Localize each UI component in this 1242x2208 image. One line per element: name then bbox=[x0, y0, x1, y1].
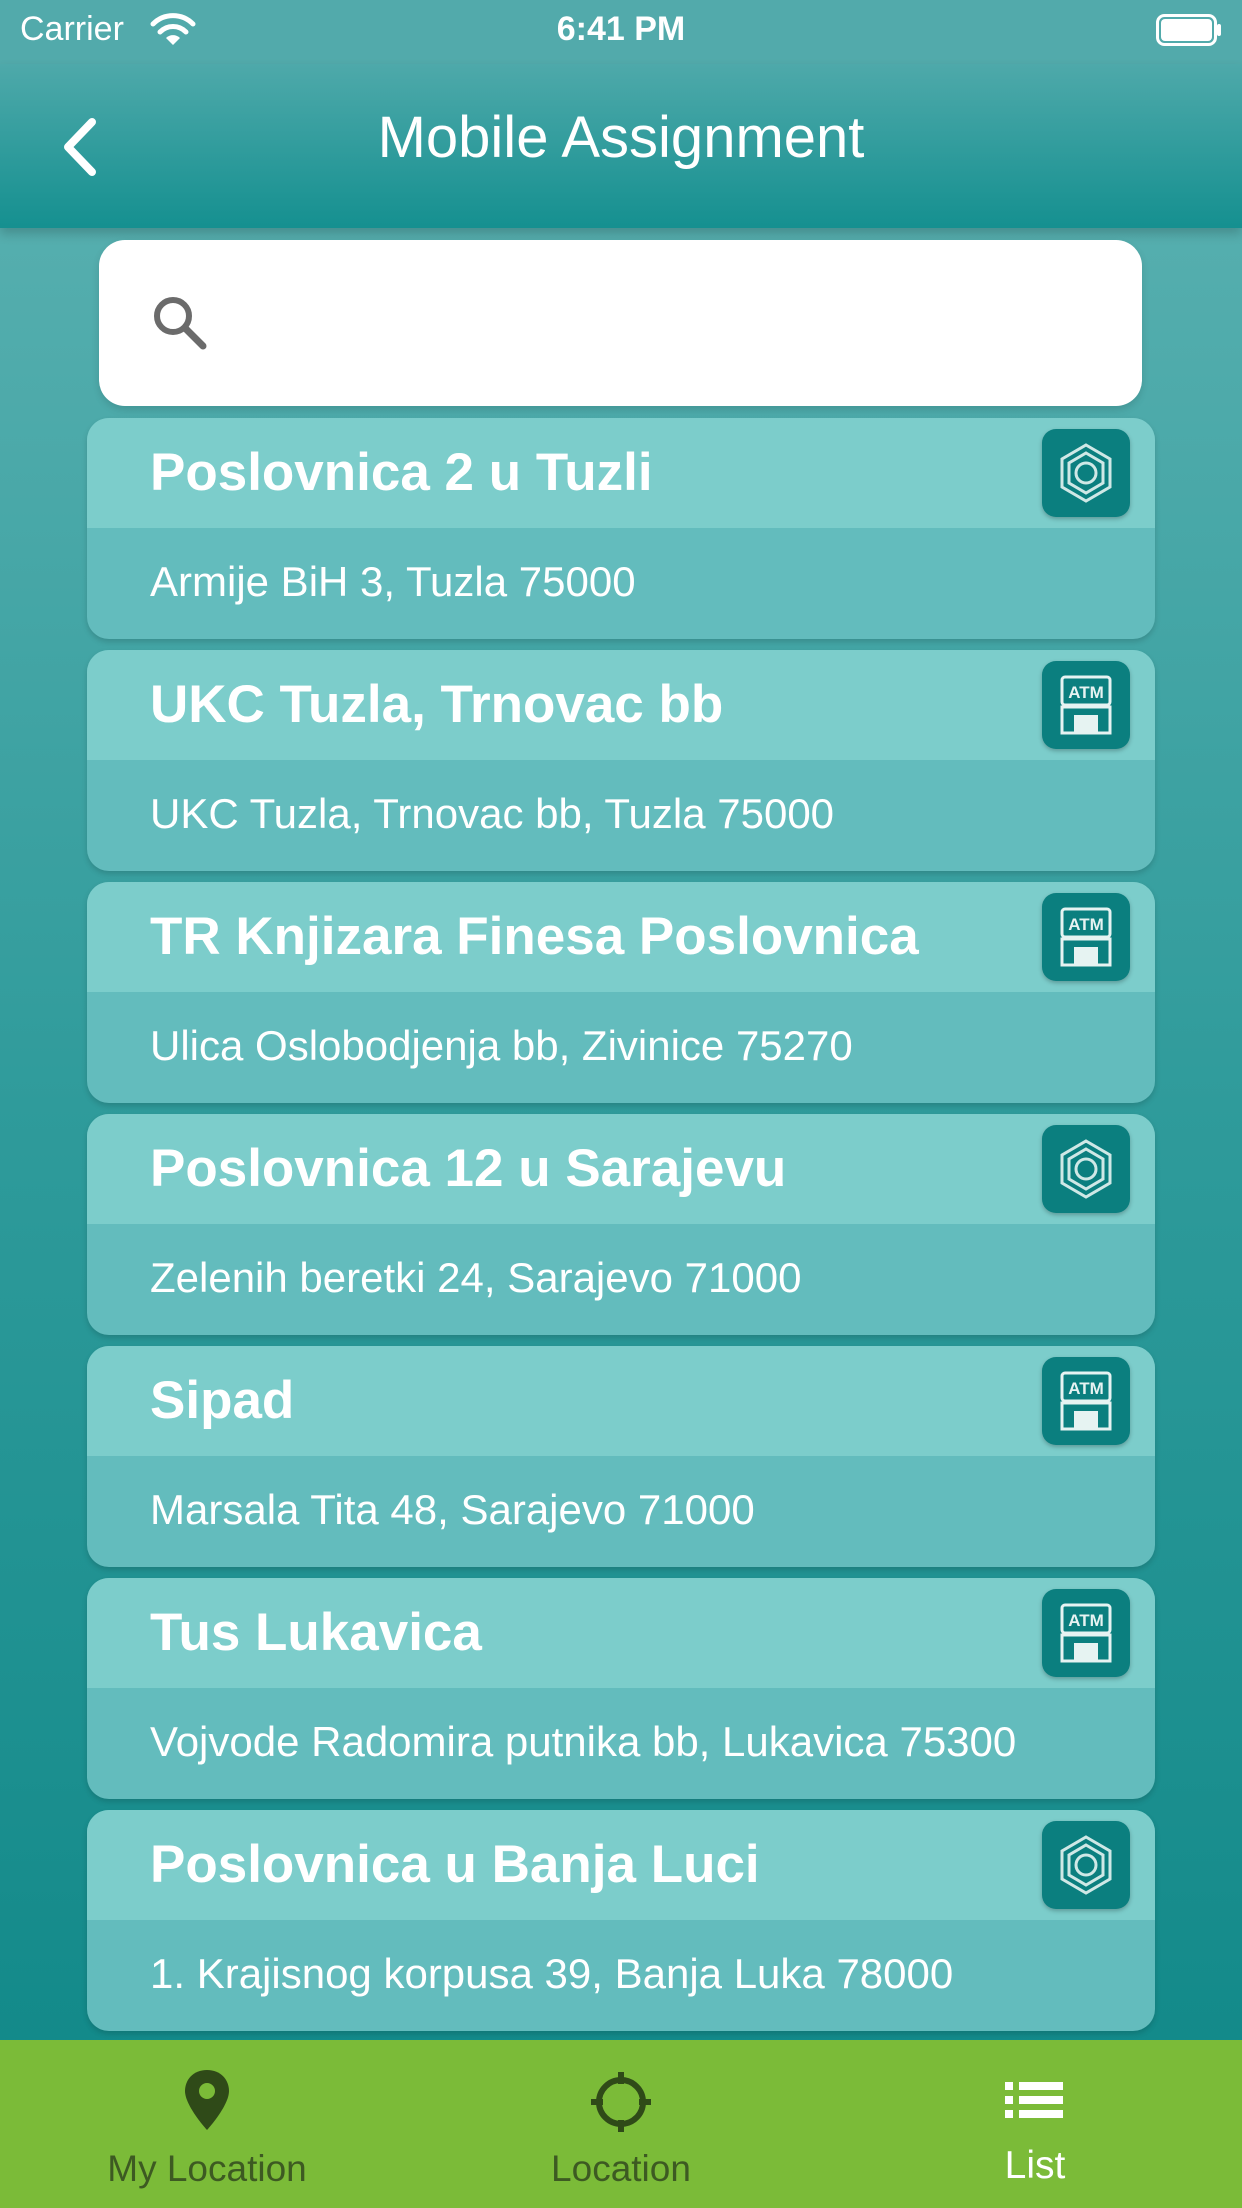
branch-logo-icon bbox=[1060, 1835, 1112, 1895]
tab-location[interactable]: Location bbox=[414, 2040, 828, 2208]
list-icon bbox=[1005, 2082, 1063, 2118]
tab-my-location[interactable]: My Location bbox=[0, 2040, 414, 2208]
svg-text:ATM: ATM bbox=[1068, 1611, 1104, 1630]
page-title: Mobile Assignment bbox=[377, 105, 865, 170]
list-item[interactable]: Poslovnica 12 u Sarajevu Zelenih beretki … bbox=[87, 1114, 1155, 1335]
tab-list[interactable]: List bbox=[828, 2040, 1242, 2208]
branch-logo-icon bbox=[1060, 443, 1112, 503]
tab-label: Location bbox=[551, 2148, 691, 2189]
location-name: Poslovnica 12 u Sarajevu bbox=[150, 1139, 787, 1198]
branch-badge bbox=[1042, 429, 1130, 517]
location-address: Ulica Oslobodjenja bb, Zivinice 75270 bbox=[150, 1022, 853, 1069]
location-address: Zelenih beretki 24, Sarajevo 71000 bbox=[150, 1254, 802, 1301]
atm-icon: ATM bbox=[1060, 1603, 1112, 1663]
list-item[interactable]: Poslovnica 2 u Tuzli Armije BiH 3, Tuzla … bbox=[87, 418, 1155, 639]
crosshair-icon bbox=[591, 2072, 651, 2132]
svg-text:ATM: ATM bbox=[1068, 915, 1104, 934]
location-name: Sipad bbox=[150, 1371, 295, 1430]
branch-badge bbox=[1042, 1125, 1130, 1213]
tab-label: List bbox=[1004, 2144, 1066, 2187]
location-address: UKC Tuzla, Trnovac bb, Tuzla 75000 bbox=[150, 790, 835, 837]
tab-label: My Location bbox=[107, 2148, 307, 2189]
branch-badge bbox=[1042, 1821, 1130, 1909]
location-address: Armije BiH 3, Tuzla 75000 bbox=[150, 558, 636, 605]
location-address: 1. Krajisnog korpusa 39, Banja Luka 7800… bbox=[150, 1950, 954, 1997]
svg-text:ATM: ATM bbox=[1068, 683, 1104, 702]
svg-text:ATM: ATM bbox=[1068, 1379, 1104, 1398]
atm-icon: ATM bbox=[1060, 907, 1112, 967]
location-name: Poslovnica u Banja Luci bbox=[150, 1835, 760, 1894]
atm-icon: ATM bbox=[1060, 675, 1112, 735]
location-list: Poslovnica 2 u Tuzli Armije BiH 3, Tuzla … bbox=[87, 418, 1155, 2042]
status-time: 6:41 PM bbox=[556, 10, 686, 48]
location-name: TR Knjizara Finesa Poslovnica bbox=[150, 907, 919, 966]
location-name: Tus Lukavica bbox=[150, 1603, 482, 1662]
atm-icon: ATM bbox=[1060, 1371, 1112, 1431]
search-icon bbox=[154, 297, 207, 350]
map-pin-icon bbox=[185, 2070, 229, 2130]
atm-badge: ATM bbox=[1042, 1357, 1130, 1445]
location-address: Marsala Tita 48, Sarajevo 71000 bbox=[150, 1486, 755, 1533]
list-item[interactable]: TR Knjizara Finesa Poslovnica ATM Ulica Os… bbox=[87, 882, 1155, 1103]
list-item[interactable]: Tus Lukavica ATM Vojvode Radomira putnika … bbox=[87, 1578, 1155, 1799]
atm-badge: ATM bbox=[1042, 893, 1130, 981]
atm-badge: ATM bbox=[1042, 661, 1130, 749]
list-item[interactable]: UKC Tuzla, Trnovac bb ATM UKC Tuzla, Trnov… bbox=[87, 650, 1155, 871]
search-input[interactable] bbox=[229, 280, 1113, 368]
location-name: UKC Tuzla, Trnovac bb bbox=[150, 675, 724, 734]
branch-logo-icon bbox=[1060, 1139, 1112, 1199]
battery-icon bbox=[1156, 14, 1221, 46]
list-item[interactable]: Poslovnica u Banja Luci 1. Krajisnog korp… bbox=[87, 1810, 1155, 2031]
atm-badge: ATM bbox=[1042, 1589, 1130, 1677]
location-address: Vojvode Radomira putnika bb, Lukavica 75… bbox=[150, 1718, 1017, 1765]
tab-bar: My Location Location List bbox=[0, 2040, 1242, 2208]
search-bar[interactable] bbox=[99, 240, 1142, 406]
location-name: Poslovnica 2 u Tuzli bbox=[150, 443, 653, 502]
status-bar: Carrier 6:41 PM bbox=[0, 0, 1242, 64]
nav-bar: Mobile Assignment bbox=[0, 64, 1242, 228]
list-item[interactable]: Sipad ATM Marsala Tita 48, Sarajevo 71000 bbox=[87, 1346, 1155, 1567]
